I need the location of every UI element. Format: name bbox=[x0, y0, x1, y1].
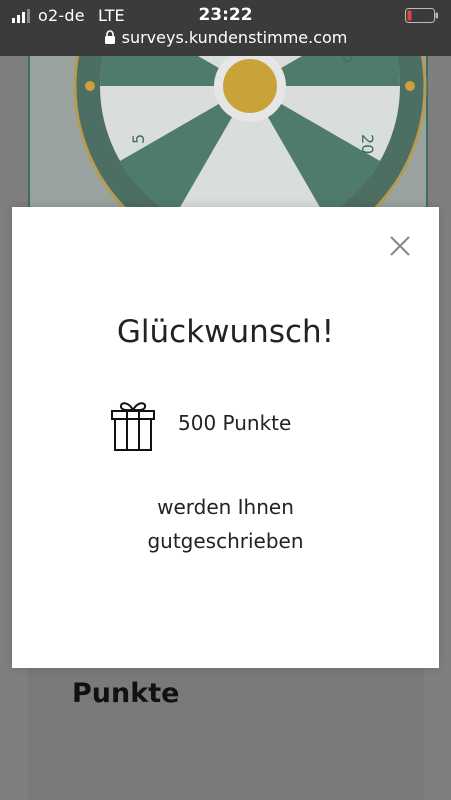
address-bar[interactable]: surveys.kundenstimme.com bbox=[0, 28, 451, 47]
gift-icon bbox=[111, 402, 155, 451]
credited-line-2: gutgeschrieben bbox=[147, 529, 304, 553]
status-row: o2-de LTE 23:22 bbox=[0, 5, 451, 25]
wheel-panel: 20 5 100 5 20 5 bbox=[28, 56, 428, 263]
battery-icon bbox=[405, 8, 438, 23]
modal-title: Glückwunsch! bbox=[116, 314, 335, 350]
points-heading: Punkte bbox=[72, 678, 180, 709]
close-icon[interactable] bbox=[389, 235, 411, 257]
wheel-label-5: 5 bbox=[129, 134, 148, 144]
lock-icon bbox=[104, 30, 115, 44]
congratulations-modal: Glückwunsch! 500 Punkte werden Ihnen gut… bbox=[12, 207, 439, 668]
credited-line-1: werden Ihnen bbox=[157, 495, 294, 519]
url-text: surveys.kundenstimme.com bbox=[121, 28, 348, 47]
browser-status-bar: o2-de LTE 23:22 surveys.kundenstimme.com bbox=[0, 0, 451, 56]
clock: 23:22 bbox=[198, 5, 253, 25]
credited-message: werden Ihnen gutgeschrieben bbox=[12, 490, 439, 558]
wheel-label-20b: 20 bbox=[358, 134, 377, 154]
points-awarded: 500 Punkte bbox=[178, 411, 292, 435]
